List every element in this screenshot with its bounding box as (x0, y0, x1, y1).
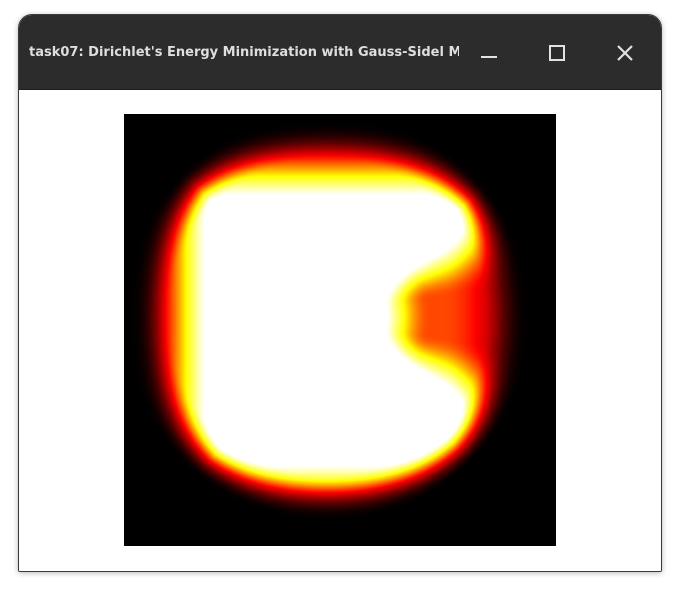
window-content (19, 90, 661, 571)
minimize-button[interactable] (473, 37, 505, 69)
window-title: task07: Dirichlet's Energy Minimization … (29, 45, 459, 60)
minimize-icon (480, 44, 498, 62)
maximize-icon (548, 44, 566, 62)
app-window: task07: Dirichlet's Energy Minimization … (18, 14, 662, 572)
close-button[interactable] (609, 37, 641, 69)
dirichlet-energy-heatmap (124, 114, 556, 546)
title-bar[interactable]: task07: Dirichlet's Energy Minimization … (19, 15, 661, 90)
close-icon (616, 44, 634, 62)
maximize-button[interactable] (541, 37, 573, 69)
